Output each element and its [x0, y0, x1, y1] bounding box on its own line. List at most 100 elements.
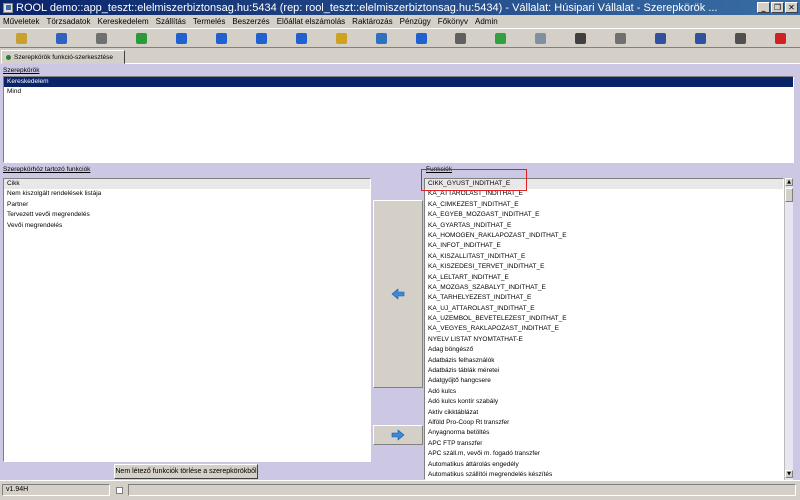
- list-item[interactable]: Adag böngésző: [425, 345, 783, 355]
- status-bar: v1.94H: [0, 480, 800, 500]
- list-item[interactable]: Partner: [4, 200, 370, 210]
- first-button[interactable]: [162, 29, 202, 47]
- list-item[interactable]: NYELV LISTAT NYOMTATHAT-E: [425, 335, 783, 345]
- list-item[interactable]: Adatgyűjtő hangcsere: [425, 376, 783, 386]
- info-button[interactable]: [401, 29, 441, 47]
- delete-missing-functions-button[interactable]: Nem létező funkciók törlése a szerepkörö…: [114, 464, 258, 479]
- list-button[interactable]: [561, 29, 601, 47]
- menu-item[interactable]: Pénzügy: [400, 17, 431, 26]
- list-item[interactable]: Adó kulcs: [425, 387, 783, 397]
- list-item[interactable]: Vevői megrendelés: [4, 221, 370, 231]
- pencil-button[interactable]: [321, 29, 361, 47]
- form-icon: [734, 32, 746, 44]
- toolbar: [0, 28, 800, 48]
- edit-icon: [16, 32, 28, 44]
- list-icon: [575, 32, 587, 44]
- tab-label: Szerepkörök funkció-szerkesztése: [14, 53, 113, 61]
- first-icon: [176, 32, 188, 44]
- roles-label: Szerepkörök: [3, 67, 40, 74]
- list-item[interactable]: APC száll.m, vevői m. fogadó transzfer: [425, 449, 783, 459]
- list-item[interactable]: Anyagnorma betöltés: [425, 428, 783, 438]
- list-item[interactable]: KA_CIMKEZEST_INDITHAT_E: [425, 200, 783, 210]
- scroll-up-button[interactable]: ▲: [785, 178, 793, 186]
- next-button[interactable]: [241, 29, 281, 47]
- grid-button[interactable]: [641, 29, 681, 47]
- list-item[interactable]: Cikk: [4, 179, 370, 190]
- list-item[interactable]: KA_UZEMBOL_BEVETELEZEST_INDITHAT_E: [425, 314, 783, 324]
- list-item[interactable]: Automatikus áttárolás engedély: [425, 460, 783, 470]
- menu-item[interactable]: Főkönyv: [438, 17, 468, 26]
- recycle-button[interactable]: [481, 29, 521, 47]
- list-item[interactable]: Kereskedelem: [4, 77, 793, 88]
- menu-item[interactable]: Törzsadatok: [46, 17, 90, 26]
- table-button[interactable]: [680, 29, 720, 47]
- edit-button[interactable]: [2, 29, 42, 47]
- search-button[interactable]: [521, 29, 561, 47]
- functions-scrollbar[interactable]: ▲ ▼: [784, 178, 793, 480]
- list-item[interactable]: Mind: [4, 87, 793, 97]
- table-icon: [694, 32, 706, 44]
- menu-item[interactable]: Műveletek: [3, 17, 39, 26]
- list-item[interactable]: KA_HOMOGEN_RAKLAPOZAST_INDITHAT_E: [425, 231, 783, 241]
- list-item[interactable]: Nem kiszolgált rendelések listája: [4, 189, 370, 199]
- tab-role-function-editor[interactable]: Szerepkörök funkció-szerkesztése: [1, 50, 125, 64]
- last-button[interactable]: [281, 29, 321, 47]
- list-item[interactable]: KA_LELTART_INDITHAT_E: [425, 273, 783, 283]
- menu-item[interactable]: Beszerzés: [232, 17, 269, 26]
- list-item[interactable]: KA_EGYEB_MOZGAST_INDITHAT_E: [425, 210, 783, 220]
- list-item[interactable]: Alföld Pro-Coop Rt transzfer: [425, 418, 783, 428]
- list-item[interactable]: APC FTP transzfer: [425, 439, 783, 449]
- window-icon: [455, 32, 467, 44]
- grid-icon: [654, 32, 666, 44]
- list-item[interactable]: KA_KISZALLITAST_INDITHAT_E: [425, 252, 783, 262]
- minimize-button[interactable]: _: [757, 2, 770, 13]
- list-item[interactable]: KA_VEGYES_RAKLAPOZAST_INDITHAT_E: [425, 324, 783, 334]
- list-item[interactable]: Aktív cikktáblázat: [425, 408, 783, 418]
- list-item[interactable]: Adó kulcs kontír szabály: [425, 397, 783, 407]
- save-button[interactable]: [82, 29, 122, 47]
- move-right-button[interactable]: [373, 425, 423, 445]
- menu-item[interactable]: Szállítás: [156, 17, 186, 26]
- list-item[interactable]: KA_GYARTAS_INDITHAT_E: [425, 221, 783, 231]
- list-item[interactable]: KA_INFOT_INDITHAT_E: [425, 241, 783, 251]
- scroll-thumb[interactable]: [785, 188, 793, 202]
- prev-icon: [215, 32, 227, 44]
- list-item[interactable]: KA_MOZGAS_SZABALYT_INDITHAT_E: [425, 283, 783, 293]
- save-icon: [96, 32, 108, 44]
- role-functions-list[interactable]: Cikk Nem kiszolgált rendelések listája Par…: [3, 178, 371, 462]
- list-item[interactable]: Adatbázis táblák méretei: [425, 366, 783, 376]
- window-title: ROOL demo::app_teszt::elelmiszerbiztonsa…: [16, 1, 718, 14]
- list-item[interactable]: Tervezett vevői megrendelés: [4, 210, 370, 220]
- status-panel: [128, 484, 796, 496]
- move-left-button[interactable]: [373, 200, 423, 388]
- list-item[interactable]: Automatikus szállítói megrendelés készít…: [425, 470, 783, 479]
- list-item[interactable]: KA_UJ_ATTAROLAST_INDITHAT_E: [425, 304, 783, 314]
- list-item[interactable]: Adatbázis felhasználók: [425, 356, 783, 366]
- shield-button[interactable]: [361, 29, 401, 47]
- roles-list[interactable]: Kereskedelem Mind: [3, 76, 794, 163]
- menu-item[interactable]: Kereskedelem: [98, 17, 149, 26]
- close-button[interactable]: [760, 29, 800, 47]
- open-button[interactable]: [42, 29, 82, 47]
- menu-item[interactable]: Termelés: [193, 17, 225, 26]
- recycle-icon: [495, 32, 507, 44]
- close-button[interactable]: ✕: [785, 2, 798, 13]
- menu-item[interactable]: Előállat elszámolás: [277, 17, 345, 26]
- list-item[interactable]: KA_KISZEDESI_TERVET_INDITHAT_E: [425, 262, 783, 272]
- form-button[interactable]: [720, 29, 760, 47]
- prev-button[interactable]: [202, 29, 242, 47]
- functions-list[interactable]: CIKK_GYUST_INDITHAT_E KA_ATTAROLAST_INDIT…: [424, 178, 784, 480]
- arrow-right-icon: [391, 429, 405, 441]
- list-item[interactable]: KA_TARHELYEZEST_INDITHAT_E: [425, 293, 783, 303]
- window-button[interactable]: [441, 29, 481, 47]
- arrow-left-icon: [391, 288, 405, 300]
- tab-strip: Szerepkörök funkció-szerkesztése: [0, 49, 800, 64]
- menu-item[interactable]: Raktározás: [352, 17, 392, 26]
- refresh-button[interactable]: [122, 29, 162, 47]
- print-button[interactable]: [601, 29, 641, 47]
- status-checkbox[interactable]: [116, 487, 123, 494]
- search-icon: [535, 32, 547, 44]
- restore-button[interactable]: ❐: [771, 2, 784, 13]
- scroll-down-button[interactable]: ▼: [785, 470, 793, 478]
- menu-item[interactable]: Admin: [475, 17, 498, 26]
